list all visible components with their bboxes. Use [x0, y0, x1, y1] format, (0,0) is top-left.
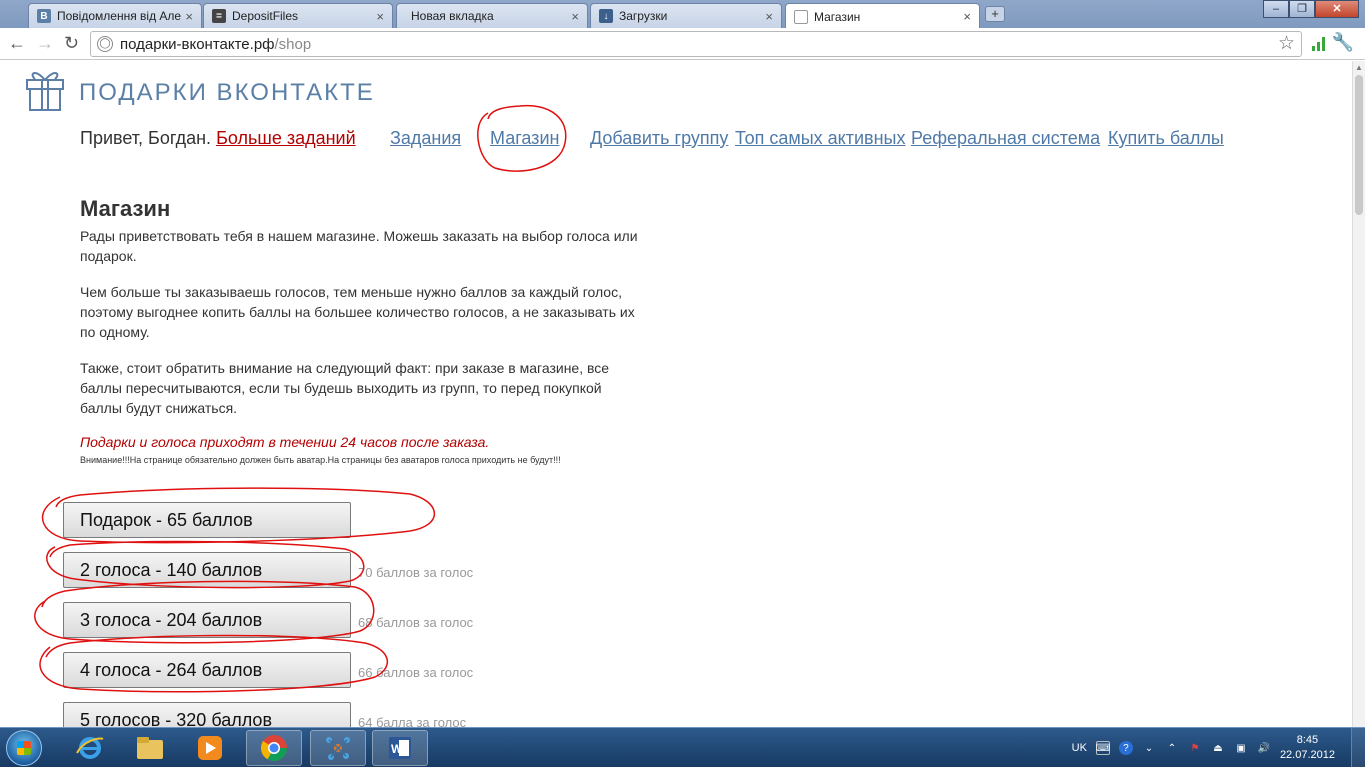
nav-add-group[interactable]: Добавить группу — [590, 128, 728, 149]
gift-box-icon — [26, 72, 64, 111]
per-vote-price: 64 балла за голос — [358, 715, 467, 727]
tab-label: Новая вкладка — [411, 9, 494, 23]
greeting: Привет, Богдан. Больше заданий — [80, 128, 356, 149]
globe-icon: ◯ — [97, 36, 113, 52]
tab-messages[interactable]: B Повідомлення від Ален… × — [28, 3, 202, 28]
nav-tasks[interactable]: Задания — [390, 128, 461, 149]
avatar-warning: Внимание!!!На странице обязательно долже… — [80, 455, 561, 465]
signal-bars-icon[interactable] — [1312, 37, 1325, 51]
more-tasks-link[interactable]: Больше заданий — [216, 128, 356, 148]
offer-3-votes-button[interactable]: 3 голоса - 204 баллов — [63, 602, 351, 638]
help-icon[interactable]: ? — [1118, 741, 1133, 755]
url-path: /shop — [274, 35, 312, 53]
chrome-icon[interactable] — [246, 730, 302, 766]
usb-icon[interactable]: ⏏ — [1211, 741, 1225, 755]
offer-gift-button[interactable]: Подарок - 65 баллов — [63, 502, 351, 538]
per-vote-price: 66 баллов за голос — [358, 665, 474, 680]
nav-referral[interactable]: Реферальная система — [911, 128, 1100, 149]
close-icon[interactable]: × — [376, 9, 384, 24]
chevron-down-icon[interactable]: ⌄ — [1142, 741, 1156, 755]
url-host: подарки-вконтакте.рф — [120, 35, 275, 53]
page-title: Магазин — [80, 196, 171, 221]
show-desktop-button[interactable] — [1351, 728, 1365, 767]
page-icon — [794, 9, 808, 24]
flag-icon[interactable]: ⚑ — [1188, 741, 1202, 755]
close-window-icon[interactable]: ✕ — [1315, 0, 1359, 18]
vk-icon: B — [37, 9, 51, 23]
back-icon[interactable]: ← — [8, 33, 26, 54]
scrollbar-thumb[interactable] — [1355, 75, 1363, 215]
greeting-text: Привет, Богдан. — [80, 128, 212, 148]
votes-paragraph: Чем больше ты заказываешь голосов, тем м… — [80, 284, 635, 340]
word-icon[interactable]: W — [372, 730, 428, 766]
browser-titlebar: B Повідомлення від Ален… × = DepositFile… — [0, 0, 1365, 29]
per-vote-price: 68 баллов за голос — [358, 615, 474, 630]
tab-label: Повідомлення від Ален… — [57, 9, 182, 23]
forward-icon[interactable]: → — [36, 33, 54, 54]
bookmark-star-icon[interactable]: ☆ — [1278, 32, 1295, 55]
scroll-up-icon[interactable]: ▲ — [1355, 63, 1363, 72]
points-paragraph: Также, стоит обратить внимание на следую… — [80, 360, 610, 416]
chevron-up-icon[interactable]: ⌃ — [1165, 741, 1179, 755]
tab-label: Загрузки — [619, 9, 668, 23]
minimize-icon[interactable]: – — [1263, 0, 1289, 18]
tab-depositfiles[interactable]: = DepositFiles × — [203, 3, 393, 28]
keyboard-icon[interactable]: ⌨ — [1096, 741, 1110, 755]
network-app-icon[interactable] — [310, 730, 366, 766]
tab-downloads[interactable]: ↓ Загрузки × — [590, 3, 782, 28]
wrench-icon[interactable]: 🔧 — [1332, 32, 1354, 53]
close-icon[interactable]: × — [765, 9, 773, 24]
depositfiles-icon: = — [212, 9, 226, 23]
nav-buy-points[interactable]: Купить баллы — [1108, 128, 1224, 149]
explorer-icon[interactable] — [122, 730, 178, 766]
tab-shop[interactable]: Магазин × — [785, 3, 980, 29]
media-player-icon[interactable] — [182, 730, 238, 766]
close-icon[interactable]: × — [185, 9, 193, 24]
per-vote-price: 70 баллов за голос — [358, 565, 474, 580]
ie-icon[interactable] — [62, 730, 118, 766]
close-icon[interactable]: × — [963, 9, 971, 24]
new-tab-button[interactable]: + — [985, 6, 1005, 22]
nav-top-active[interactable]: Топ самых активных — [735, 128, 906, 149]
page-content: ПОДАРКИ ВКОНТАКТЕ Привет, Богдан. Больше… — [0, 61, 1352, 727]
offer-5-votes-button[interactable]: 5 голосов - 320 баллов — [63, 702, 351, 727]
offer-2-votes-button[interactable]: 2 голоса - 140 баллов — [63, 552, 351, 588]
site-logo-text[interactable]: ПОДАРКИ ВКОНТАКТЕ — [79, 79, 375, 107]
offer-4-votes-button[interactable]: 4 голоса - 264 баллов — [63, 652, 351, 688]
svg-text:W: W — [391, 742, 403, 756]
system-tray: UK ⌨ ? ⌄ ⌃ ⚑ ⏏ ▣ 🔊 8:45 22.07.2012 — [1072, 728, 1335, 767]
download-icon: ↓ — [599, 9, 613, 23]
windows-taskbar: W UK ⌨ ? ⌄ ⌃ ⚑ ⏏ ▣ 🔊 8:45 22.07.2012 — [0, 727, 1365, 767]
clock-date: 22.07.2012 — [1279, 749, 1335, 761]
close-icon[interactable]: × — [571, 9, 579, 24]
page-scrollbar[interactable]: ▲ — [1352, 61, 1365, 727]
delivery-notice: Подарки и голоса приходят в течении 24 ч… — [80, 434, 490, 450]
address-bar[interactable]: ◯ подарки-вконтакте.рф/shop — [90, 31, 1302, 57]
volume-icon[interactable]: 🔊 — [1257, 741, 1271, 755]
window-controls: – ❐ ✕ — [1263, 0, 1359, 18]
tab-new[interactable]: Новая вкладка × — [396, 3, 588, 28]
tab-label: Магазин — [814, 9, 861, 24]
intro-paragraph: Рады приветствовать тебя в нашем магазин… — [80, 228, 638, 264]
nav-shop[interactable]: Магазин — [490, 128, 559, 149]
browser-toolbar: ← → ↻ ◯ подарки-вконтакте.рф/shop ☆ 🔧 — [0, 28, 1365, 60]
clock[interactable]: 8:45 22.07.2012 — [1280, 733, 1335, 763]
tab-label: DepositFiles — [232, 9, 299, 23]
restore-icon[interactable]: ❐ — [1289, 0, 1315, 18]
start-button[interactable] — [6, 730, 42, 766]
network-icon[interactable]: ▣ — [1234, 741, 1248, 755]
clock-time: 8:45 — [1296, 734, 1319, 746]
reload-icon[interactable]: ↻ — [64, 33, 79, 54]
language-indicator[interactable]: UK — [1072, 742, 1087, 754]
